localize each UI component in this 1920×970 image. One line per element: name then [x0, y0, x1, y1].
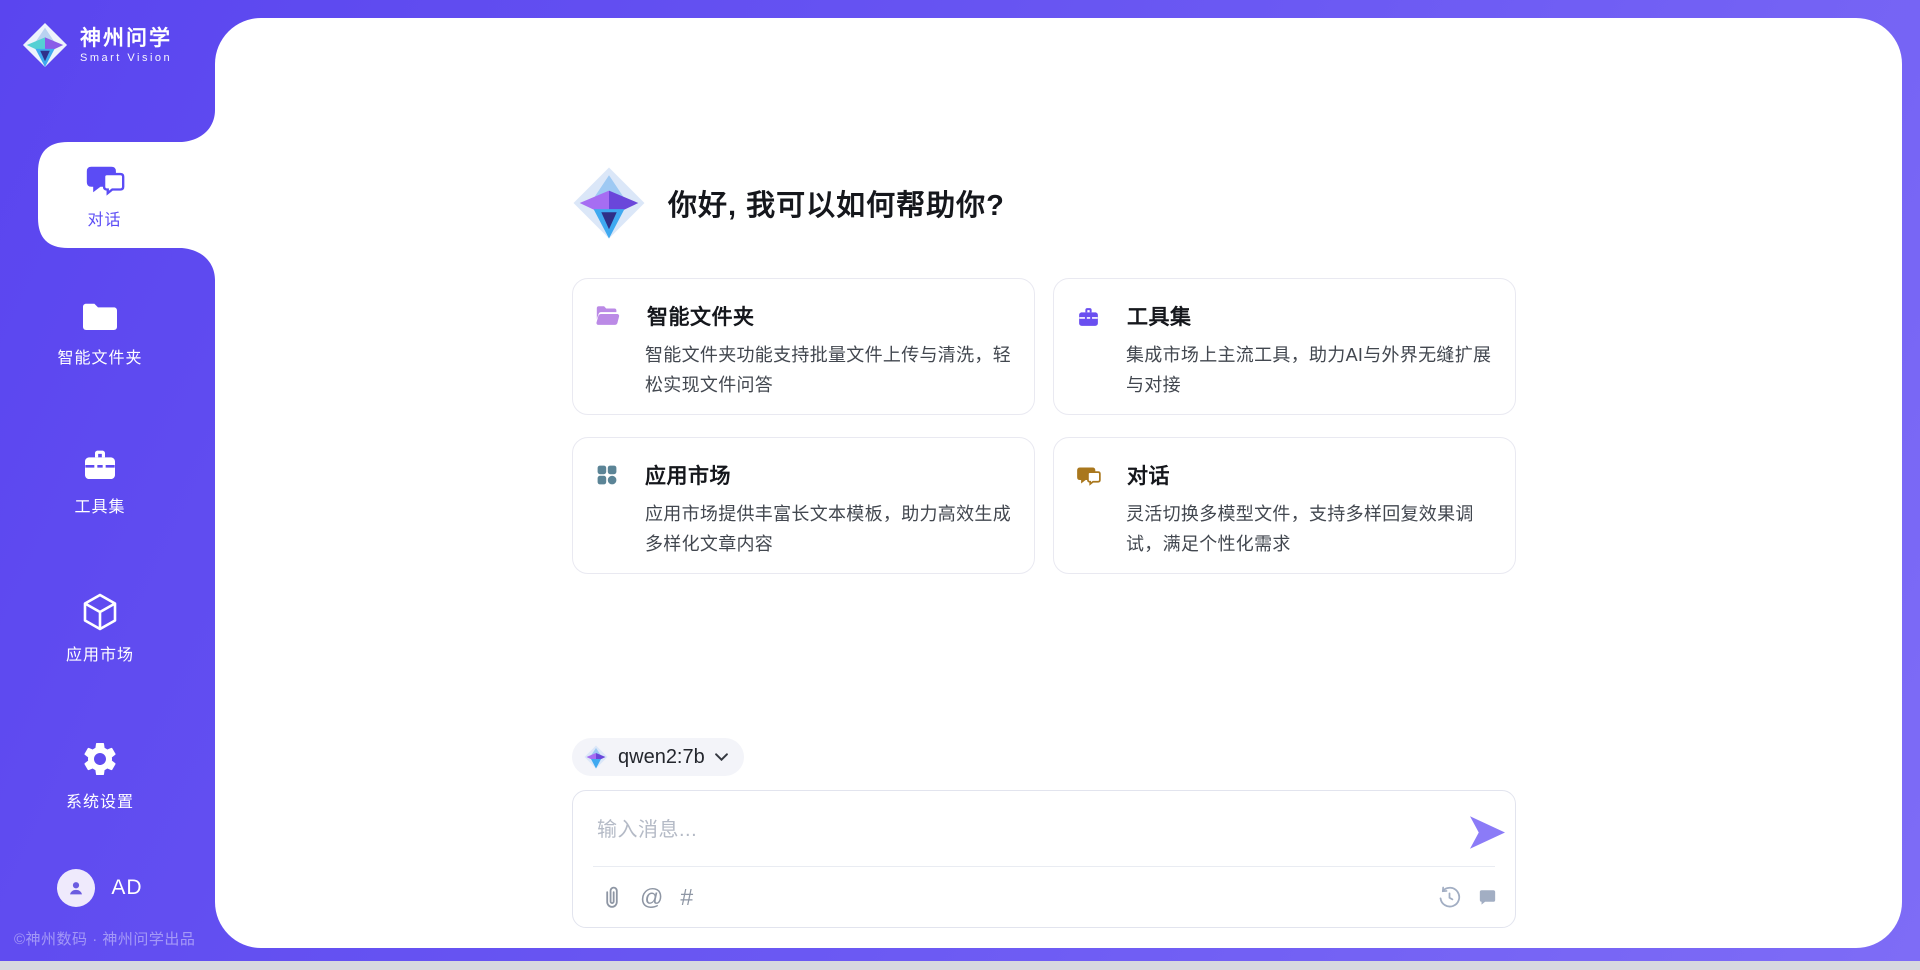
card-smart-folder[interactable]: 智能文件夹 智能文件夹功能支持批量文件上传与清洗，轻松实现文件问答	[572, 278, 1035, 415]
sidebar-item-settings[interactable]: 系统设置	[0, 735, 200, 815]
card-title: 智能文件夹	[647, 301, 755, 331]
sidebar-item-toolset[interactable]: 工具集	[0, 440, 200, 520]
card-description: 灵活切换多模型文件，支持多样回复效果调试，满足个性化需求	[1126, 499, 1498, 559]
card-chat[interactable]: 对话 灵活切换多模型文件，支持多样回复效果调试，满足个性化需求	[1053, 437, 1516, 574]
card-description: 集成市场上主流工具，助力AI与外界无缝扩展与对接	[1126, 340, 1498, 400]
folder-icon	[80, 299, 120, 335]
card-description: 应用市场提供丰富长文本模板，助力高效生成多样化文章内容	[645, 499, 1017, 559]
message-input[interactable]	[579, 809, 1409, 859]
card-title: 工具集	[1127, 301, 1192, 331]
brand-logo[interactable]: 神州问学 Smart Vision	[22, 22, 172, 68]
chat-icon	[85, 161, 125, 198]
sidebar-item-label: 对话	[87, 206, 121, 230]
user-account[interactable]: AD	[0, 864, 200, 912]
sidebar-item-app-market[interactable]: 应用市场	[0, 588, 200, 668]
sidebar-item-label: 工具集	[74, 493, 125, 517]
brand-name: 神州问学	[80, 26, 172, 51]
sidebar-item-label: 应用市场	[66, 641, 134, 665]
main-panel: 你好, 我可以如何帮助你? 智能文件夹 智能文件夹功能支持批量文件上传与清洗，轻…	[215, 18, 1902, 948]
cube-icon	[80, 592, 120, 632]
toolbox-icon	[1076, 304, 1101, 329]
gear-icon	[80, 739, 120, 779]
toolbox-icon	[80, 444, 120, 484]
chat-icon	[1076, 464, 1101, 487]
send-icon[interactable]	[1470, 816, 1505, 849]
brand-text: 神州问学 Smart Vision	[80, 26, 172, 63]
sidebar-item-chat[interactable]: 对话	[38, 142, 215, 248]
sidebar-item-label: 系统设置	[66, 788, 134, 812]
diamond-logo-icon	[572, 166, 646, 240]
card-title: 对话	[1127, 460, 1170, 490]
card-app-market[interactable]: 应用市场 应用市场提供丰富长文本模板，助力高效生成多样化文章内容	[572, 437, 1035, 574]
copyright-text: ©神州数码 · 神州问学出品	[14, 928, 214, 949]
sidebar-item-label: 智能文件夹	[57, 344, 142, 368]
card-toolset[interactable]: 工具集 集成市场上主流工具，助力AI与外界无缝扩展与对接	[1053, 278, 1516, 415]
sidebar-item-smart-folder[interactable]: 智能文件夹	[0, 293, 200, 373]
grid-icon	[595, 463, 619, 487]
hashtag-icon[interactable]: #	[680, 886, 693, 909]
folder-open-icon	[595, 305, 621, 327]
user-initials: AD	[111, 876, 142, 900]
feature-cards: 智能文件夹 智能文件夹功能支持批量文件上传与清洗，轻松实现文件问答 工具集 集成…	[572, 278, 1516, 574]
greeting-text: 你好, 我可以如何帮助你?	[668, 182, 1005, 224]
message-composer: @ #	[572, 790, 1516, 928]
brand-subtitle: Smart Vision	[80, 52, 172, 64]
diamond-logo-icon	[584, 745, 608, 769]
model-name: qwen2:7b	[618, 746, 705, 769]
history-icon[interactable]	[1437, 885, 1462, 910]
card-description: 智能文件夹功能支持批量文件上传与清洗，轻松实现文件问答	[645, 340, 1017, 400]
chevron-down-icon	[715, 753, 728, 761]
model-selector[interactable]: qwen2:7b	[572, 738, 744, 776]
avatar	[57, 869, 95, 907]
mention-icon[interactable]: @	[640, 886, 663, 909]
conversation-icon[interactable]	[1476, 886, 1499, 908]
sidebar: 神州问学 Smart Vision 对话 智能文件夹	[0, 0, 215, 970]
diamond-logo-icon	[22, 22, 68, 68]
greeting-block: 你好, 我可以如何帮助你?	[572, 18, 1516, 240]
card-title: 应用市场	[645, 460, 731, 490]
attachment-icon[interactable]	[601, 885, 623, 909]
